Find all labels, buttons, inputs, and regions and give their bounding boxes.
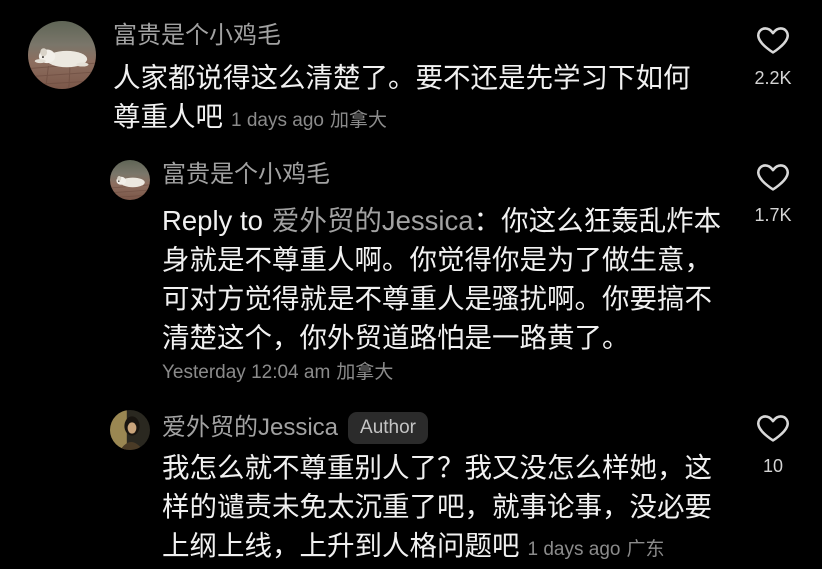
reply-text-line: ：你这么狂轰乱炸本	[473, 205, 722, 236]
like-control: 10	[737, 410, 809, 478]
reply-text-line: 清楚这个，你外贸道路怕是一路黄了。	[162, 322, 630, 353]
reply-meta: 1 days ago 广东	[528, 530, 665, 569]
comment-text-last-line: 尊重人吧 1 days ago 加拿大	[113, 97, 691, 136]
comment-time: 1 days ago	[231, 110, 324, 131]
comment-text-line: 尊重人吧	[113, 101, 223, 132]
reply-text-line: 我怎么就不尊重别人了？我又没怎么样她，这	[162, 452, 712, 483]
comment-location: 加拿大	[329, 110, 387, 131]
reply-text-line: 样的谴责未免太沉重了吧，就事论事，没必要	[162, 491, 712, 522]
heart-outline-icon[interactable]	[754, 22, 792, 58]
author-avatar[interactable]	[110, 410, 150, 450]
like-count: 2.2K	[754, 68, 792, 88]
like-count: 1.7K	[754, 205, 792, 225]
reply-to-username-link[interactable]: 爱外贸的Jessica	[272, 201, 474, 240]
reply-location: 加拿大	[336, 362, 394, 383]
comment-thread: 富贵是个小鸡毛 人家都说得这么清楚了。要不还是先学习下如何 尊重人吧 1 day…	[0, 0, 822, 569]
reply-to-label: Reply to	[162, 205, 263, 236]
heart-outline-icon[interactable]	[754, 159, 792, 195]
comment-text-line: 人家都说得这么清楚了。要不还是先学习下如何	[113, 62, 691, 93]
author-header: 爱外贸的Jessica Author	[162, 412, 429, 444]
reply-text-first-line: Reply to 爱外贸的Jessica ：你这么狂轰乱炸本	[162, 201, 721, 240]
comment-username[interactable]: 富贵是个小鸡毛	[113, 22, 281, 50]
like-count: 10	[762, 456, 784, 476]
reply-text[interactable]: Reply to 爱外贸的Jessica ：你这么狂轰乱炸本 身就是不尊重人啊。…	[162, 201, 721, 389]
commenter-avatar[interactable]	[28, 21, 96, 89]
reply-text-line: 可对方觉得就是不尊重人是骚扰啊。你要搞不	[162, 283, 712, 314]
author-badge: Author	[348, 412, 429, 444]
reply-time: 1 days ago	[527, 539, 621, 560]
comment-meta: 1 days ago 加拿大	[231, 101, 387, 140]
reply-text-line: 上纲上线，上升到人格问题吧	[162, 530, 520, 561]
reply-text-last-line: 上纲上线，上升到人格问题吧 1 days ago 广东	[162, 526, 712, 565]
comment-text[interactable]: 人家都说得这么清楚了。要不还是先学习下如何 尊重人吧 1 days ago 加拿…	[113, 58, 691, 136]
reply-text-line: 身就是不尊重人啊。你觉得你是为了做生意，	[162, 244, 712, 275]
like-control: 2.2K	[737, 22, 809, 90]
reply-username[interactable]: 富贵是个小鸡毛	[162, 161, 330, 189]
reply-location: 广东	[626, 539, 665, 560]
like-control: 1.7K	[737, 159, 809, 227]
reply-avatar[interactable]	[110, 160, 150, 200]
reply-time: Yesterday 12:04 am	[162, 362, 331, 383]
reply-username[interactable]: 爱外贸的Jessica	[162, 414, 338, 442]
reply-text[interactable]: 我怎么就不尊重别人了？我又没怎么样她，这 样的谴责未免太沉重了吧，就事论事，没必…	[162, 448, 712, 565]
reply-meta: Yesterday 12:04 am 加拿大	[162, 357, 721, 389]
heart-outline-icon[interactable]	[754, 410, 792, 446]
